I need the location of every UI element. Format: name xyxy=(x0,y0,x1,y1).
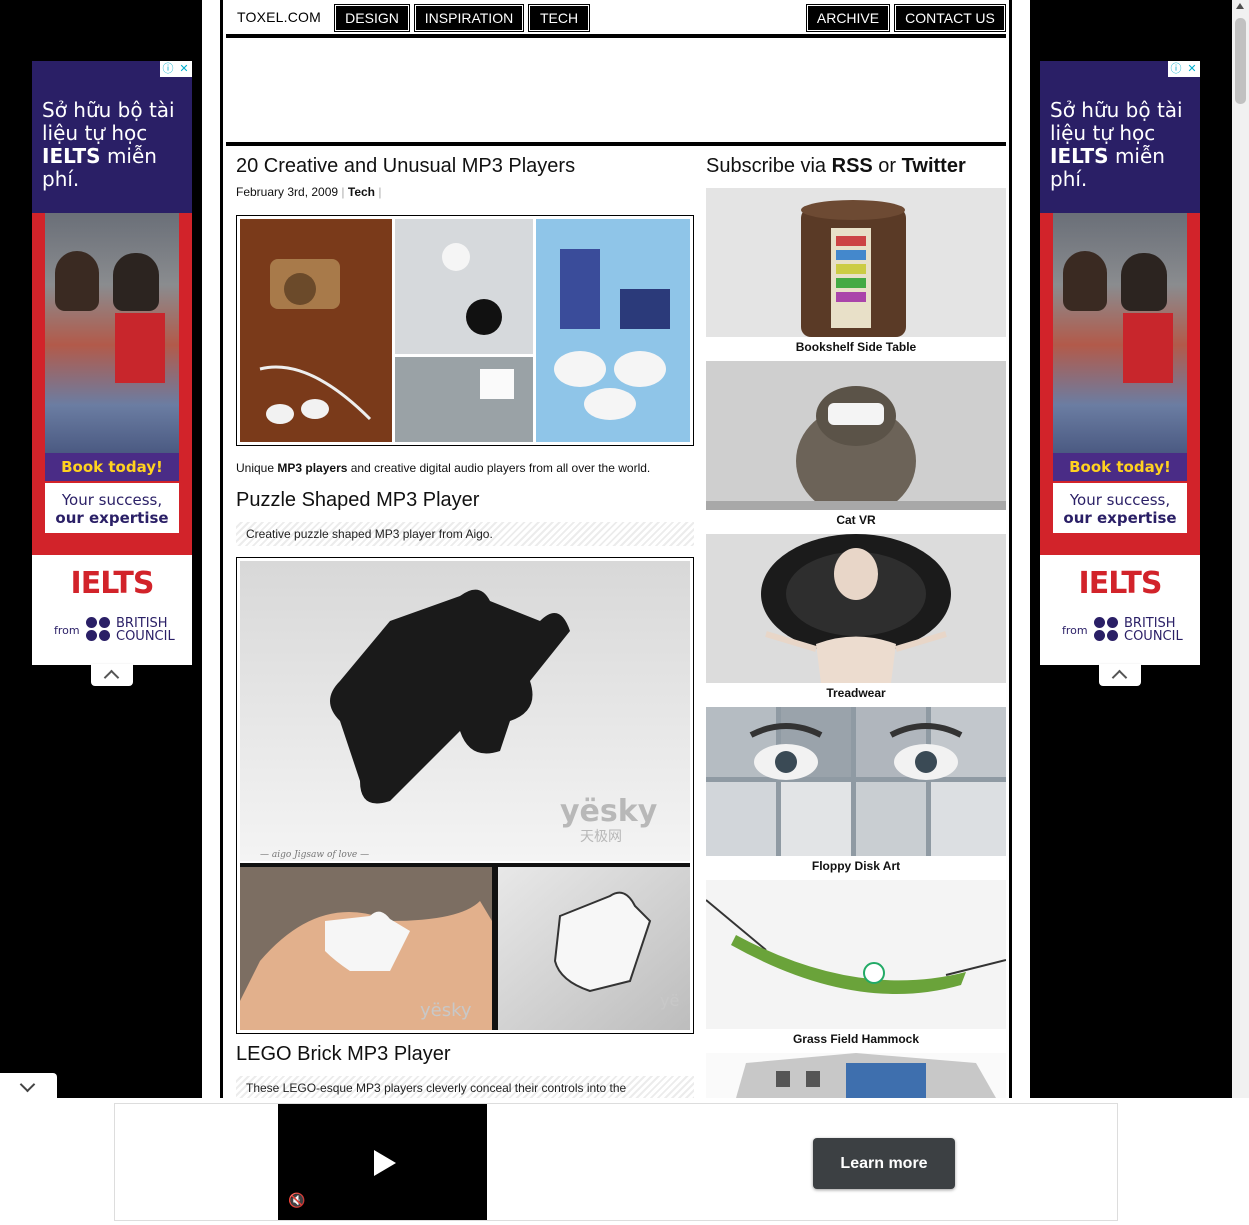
scroll-thumb[interactable] xyxy=(1235,18,1246,104)
adchoices-icon[interactable]: ⓘ ✕ xyxy=(160,61,192,77)
ad-headline: Sở hữu bộ tài liệu tự học IELTS miễn phí… xyxy=(42,98,175,191)
post-date: February 3rd, 2009 xyxy=(236,185,339,199)
right-ad-collapse-chevron-up-icon[interactable] xyxy=(1099,664,1141,686)
adchoices-icon[interactable]: ⓘ ✕ xyxy=(1168,61,1200,77)
info-icon[interactable]: ⓘ xyxy=(160,61,176,77)
post-category-link[interactable]: Tech xyxy=(348,185,375,199)
info-icon[interactable]: ⓘ xyxy=(1168,61,1184,77)
right-side-ad[interactable]: Sở hữu bộ tài liệu tự học IELTS miễn phí… xyxy=(1040,61,1200,665)
svg-text:yësky: yësky xyxy=(420,1000,472,1021)
book-today-button[interactable]: Book today! xyxy=(1053,453,1187,481)
twitter-link[interactable]: Twitter xyxy=(902,155,966,177)
ielts-logo: IELTS xyxy=(70,566,155,601)
left-ad-collapse-chevron-up-icon[interactable] xyxy=(91,664,133,686)
page-scrollbar[interactable] xyxy=(1232,0,1249,1098)
nav-tech[interactable]: TECH xyxy=(528,4,590,32)
play-icon[interactable] xyxy=(374,1150,396,1176)
close-icon[interactable]: ✕ xyxy=(1184,61,1200,77)
post-intro: Unique MP3 players and creative digital … xyxy=(236,461,651,475)
nav-inspiration[interactable]: INSPIRATION xyxy=(414,4,524,32)
svg-text:天极网: 天极网 xyxy=(580,829,622,845)
ad-headline-panel: Sở hữu bộ tài liệu tự học IELTS miễn phí… xyxy=(32,61,192,213)
svg-text:yë: yë xyxy=(660,991,679,1010)
sidebar-caption-floppy[interactable]: Floppy Disk Art xyxy=(706,859,1006,873)
main-page: TOXEL.COM DESIGN INSPIRATION TECH ARCHIV… xyxy=(202,0,1030,1100)
section-title-puzzle: Puzzle Shaped MP3 Player xyxy=(236,489,480,511)
section-desc-puzzle: Creative puzzle shaped MP3 player from A… xyxy=(236,522,694,546)
nav-contact-us[interactable]: CONTACT US xyxy=(894,4,1006,32)
post-title[interactable]: 20 Creative and Unusual MP3 Players xyxy=(236,155,575,178)
british-council-logo: from BRITISH COUNCIL xyxy=(54,616,175,644)
section-title-lego: LEGO Brick MP3 Player xyxy=(236,1043,451,1065)
left-side-ad[interactable]: Sở hữu bộ tài liệu tự học IELTS miễn phí… xyxy=(32,61,192,665)
bottom-sticky-ad[interactable]: 🔇 Learn more xyxy=(0,1098,1249,1225)
mute-icon[interactable]: 🔇 xyxy=(288,1192,305,1209)
svg-text:yësky: yësky xyxy=(560,794,658,829)
subscribe-heading: Subscribe via RSS or Twitter xyxy=(706,155,966,177)
ad-photo: Book today! Your success, our expertise xyxy=(1040,213,1200,555)
ad-headline-panel: Sở hữu bộ tài liệu tự học IELTS miễn phí… xyxy=(1040,61,1200,213)
sidebar-thumb-hammock[interactable] xyxy=(706,880,1006,1029)
bottom-ad-collapse-chevron-down-icon[interactable] xyxy=(0,1073,57,1098)
mp3-players-link[interactable]: MP3 players xyxy=(277,461,347,475)
puzzle-mp3-image[interactable]: yësky 天极网 — aigo Jigsaw of love — yësky … xyxy=(236,557,694,1034)
ad-headline: Sở hữu bộ tài liệu tự học IELTS miễn phí… xyxy=(1050,98,1183,191)
header-divider xyxy=(226,34,1006,38)
post-meta: February 3rd, 2009 | Tech | xyxy=(236,185,382,199)
book-today-button[interactable]: Book today! xyxy=(45,453,179,481)
sidebar-thumb-floppy[interactable] xyxy=(706,707,1006,856)
learn-more-button[interactable]: Learn more xyxy=(813,1138,955,1189)
close-icon[interactable]: ✕ xyxy=(176,61,192,77)
bottom-ad-frame xyxy=(114,1103,1118,1221)
mp3-collage-image xyxy=(240,219,690,442)
puzzle-player-photo: yësky 天极网 — aigo Jigsaw of love — yësky … xyxy=(240,561,690,1030)
post-hero-image[interactable] xyxy=(236,215,694,446)
british-council-logo: from BRITISH COUNCIL xyxy=(1062,616,1183,644)
rss-link[interactable]: RSS xyxy=(832,155,873,177)
ielts-logo: IELTS xyxy=(1078,566,1163,601)
sidebar-thumb-building[interactable] xyxy=(706,1053,1006,1098)
ad-tagline: Your success, our expertise xyxy=(1053,483,1187,533)
svg-text:— aigo Jigsaw of love —: — aigo Jigsaw of love — xyxy=(260,850,369,860)
sidebar-caption-hammock[interactable]: Grass Field Hammock xyxy=(706,1032,1006,1046)
sidebar-caption-cat-vr[interactable]: Cat VR xyxy=(706,513,1006,527)
sidebar-caption-treadwear[interactable]: Treadwear xyxy=(706,686,1006,700)
section-desc-lego: These LEGO-esque MP3 players cleverly co… xyxy=(236,1076,694,1100)
scroll-up-arrow-icon[interactable] xyxy=(1236,3,1244,9)
sidebar-thumb-treadwear[interactable] xyxy=(706,534,1006,683)
sidebar-caption-bookshelf[interactable]: Bookshelf Side Table xyxy=(706,340,1006,354)
nav-design[interactable]: DESIGN xyxy=(334,4,410,32)
sidebar-thumb-bookshelf[interactable] xyxy=(706,188,1006,337)
ad-tagline: Your success, our expertise xyxy=(45,483,179,533)
top-navigation: TOXEL.COM DESIGN INSPIRATION TECH ARCHIV… xyxy=(226,4,1006,32)
ad-photo: Book today! Your success, our expertise xyxy=(32,213,192,555)
header-divider-bottom xyxy=(226,142,1006,146)
ad-video-player[interactable]: 🔇 xyxy=(278,1104,487,1220)
sidebar-thumb-cat-vr[interactable] xyxy=(706,361,1006,510)
nav-archive[interactable]: ARCHIVE xyxy=(806,4,890,32)
site-logo[interactable]: TOXEL.COM xyxy=(237,9,321,25)
